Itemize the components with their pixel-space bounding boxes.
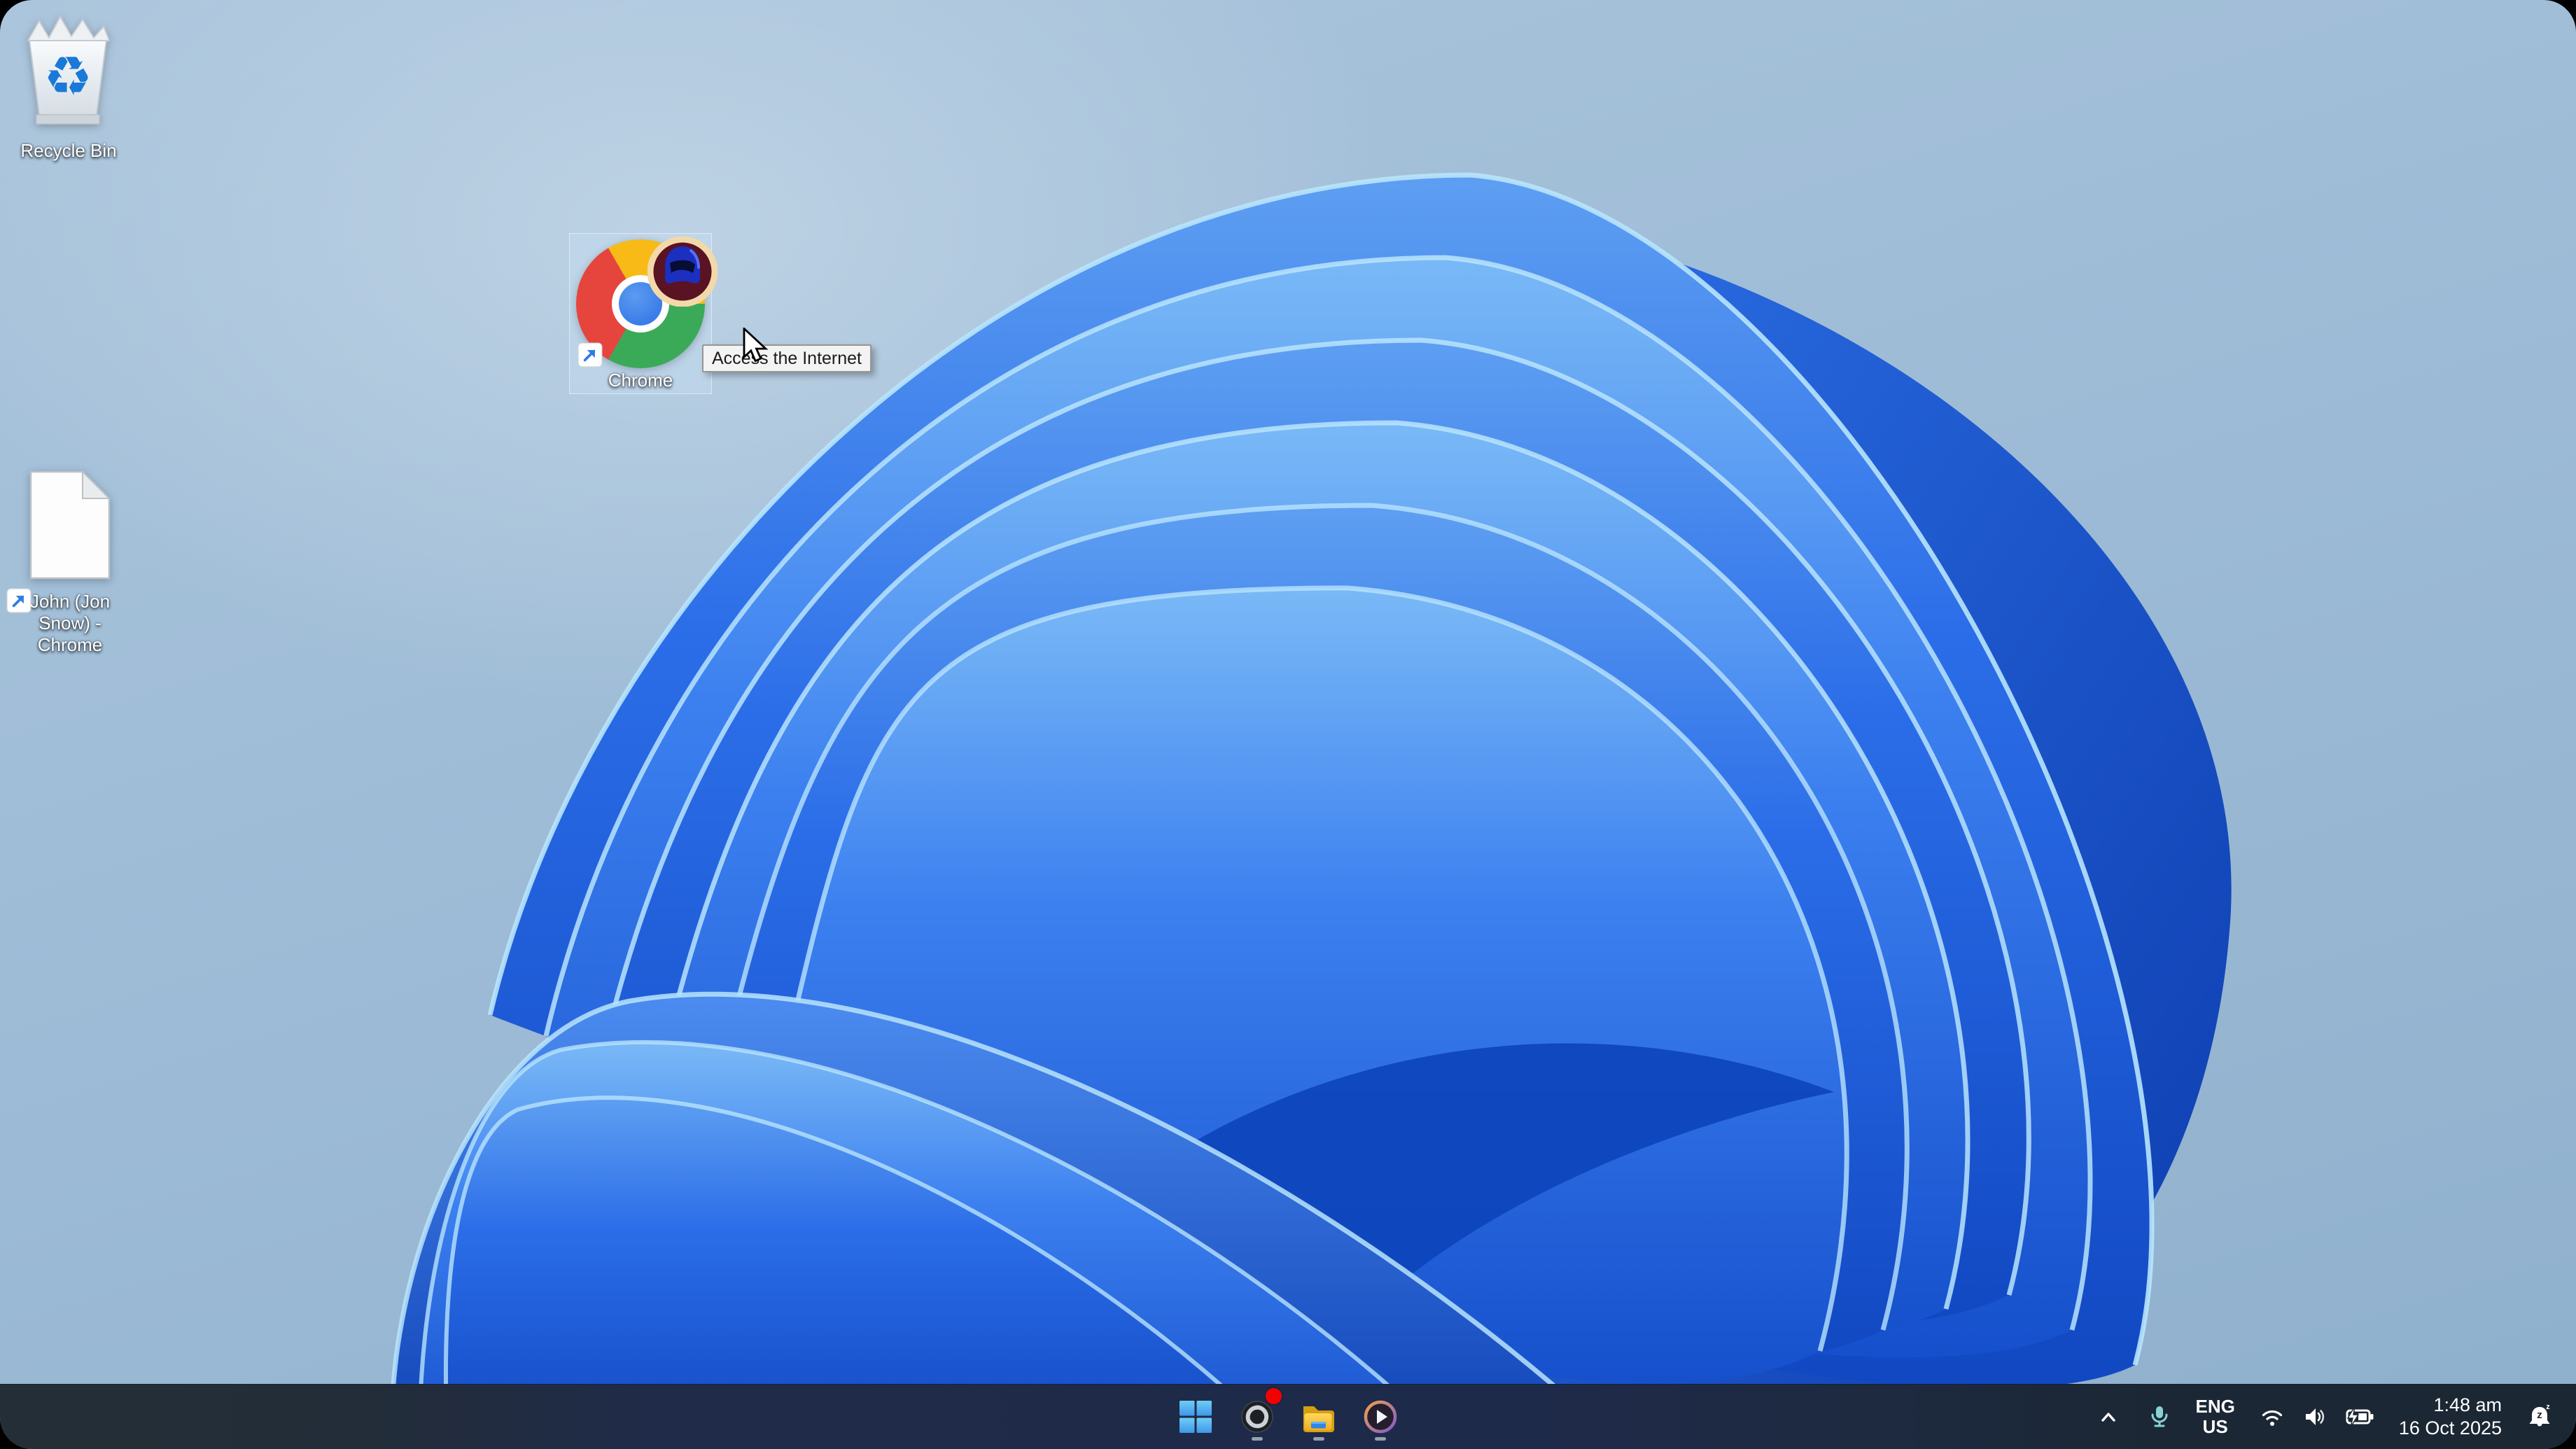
taskbar-button-file-explorer[interactable] xyxy=(1301,1390,1337,1444)
shortcut-arrow-icon xyxy=(6,588,31,617)
taskbar-button-obs-studio[interactable] xyxy=(1239,1388,1282,1444)
chevron-up-icon xyxy=(2101,1413,2115,1422)
svg-text:z: z xyxy=(2537,1409,2542,1421)
desktop-icon-recycle-bin[interactable]: ♻ Recycle Bin xyxy=(4,10,133,162)
windows-logo-icon xyxy=(1180,1401,1212,1433)
chrome-profile-badge-icon xyxy=(647,236,718,310)
wifi-icon xyxy=(2262,1410,2282,1426)
svg-text:♻: ♻ xyxy=(43,46,92,108)
volume-icon xyxy=(2305,1408,2324,1425)
svg-text:z: z xyxy=(2546,1403,2550,1411)
bloom-wallpaper xyxy=(388,172,2232,1449)
icon-label-recycle-bin: Recycle Bin xyxy=(20,140,117,161)
tray-hidden-icons-button[interactable] xyxy=(2096,1406,2120,1428)
tray-battery-button[interactable] xyxy=(2344,1405,2375,1429)
mouse-cursor xyxy=(741,326,777,370)
recording-badge xyxy=(1266,1388,1282,1404)
tray-notification-button[interactable]: z z xyxy=(2526,1403,2554,1431)
clock-time: 1:48 am xyxy=(2433,1394,2502,1415)
battery-charging-icon xyxy=(2346,1406,2374,1428)
taskbar: ENG US 1:48 am 16 Oct 2025 z z xyxy=(0,1384,2576,1449)
shortcut-arrow-icon xyxy=(578,342,603,371)
clock-date: 16 Oct 2025 xyxy=(2398,1418,2502,1438)
desktop-icon-john-chrome[interactable]: John (Jon Snow) - Chrome xyxy=(4,469,136,656)
microphone-icon xyxy=(2151,1406,2168,1427)
language-region: US xyxy=(2202,1416,2228,1437)
notification-bell-dnd-icon: z z xyxy=(2529,1403,2550,1427)
obs-studio-icon xyxy=(1241,1401,1273,1433)
taskbar-button-media-player[interactable] xyxy=(1362,1390,1399,1444)
file-explorer-icon xyxy=(1303,1406,1334,1432)
start-button[interactable] xyxy=(1177,1390,1214,1444)
windows-desktop: ♻ Recycle Bin John (Jon Snow) - Chrome C… xyxy=(0,0,2576,1449)
language-code: ENG xyxy=(2195,1396,2235,1417)
media-player-icon xyxy=(1364,1400,1397,1434)
desktop-icon-chrome[interactable]: Chrome xyxy=(569,233,718,394)
tray-language-switcher[interactable]: ENG US xyxy=(2196,1396,2235,1437)
running-indicator xyxy=(1375,1437,1386,1441)
tooltip: Access the Internet xyxy=(702,344,872,372)
icon-label-chrome: Chrome xyxy=(608,370,673,391)
system-tray: ENG US 1:48 am 16 Oct 2025 z z xyxy=(2096,1385,2559,1449)
recycle-bin-icon: ♻ xyxy=(27,16,110,125)
running-indicator xyxy=(1252,1437,1263,1441)
document-icon xyxy=(29,470,111,580)
running-indicator xyxy=(1313,1437,1324,1441)
tray-microphone-indicator[interactable] xyxy=(2147,1404,2172,1429)
taskbar-center-icons xyxy=(1177,1385,1399,1449)
tray-volume-button[interactable] xyxy=(2302,1404,2328,1429)
tray-wifi-button[interactable] xyxy=(2259,1405,2286,1429)
tooltip-text: Access the Internet xyxy=(712,348,862,368)
tray-clock[interactable]: 1:48 am 16 Oct 2025 xyxy=(2399,1394,2502,1440)
